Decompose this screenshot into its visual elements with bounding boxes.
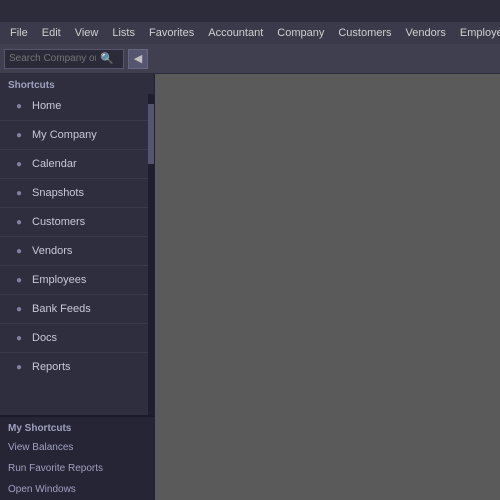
- search-icon[interactable]: 🔍: [100, 52, 116, 65]
- sidebar-item-reports[interactable]: ● Reports: [0, 355, 154, 379]
- sidebar-item-icon-2: ●: [12, 157, 26, 171]
- sidebar-item-label: Employees: [32, 274, 86, 286]
- sidebar-scroll: ● Home ● My Company ● Calendar ● Snapshots ● Cust…: [0, 94, 154, 415]
- sidebar-item-icon-1: ●: [12, 128, 26, 142]
- sidebar-bottom-item-open-windows[interactable]: Open Windows: [0, 479, 154, 500]
- sidebar-item-icon-3: ●: [12, 186, 26, 200]
- main-layout: Shortcuts ● Home ● My Company ● Calendar ● Snap…: [0, 74, 500, 500]
- sidebar-item-bank-feeds[interactable]: ● Bank Feeds: [0, 297, 154, 321]
- sidebar-item-home[interactable]: ● Home: [0, 94, 154, 118]
- menu-item-employees[interactable]: Employees: [454, 25, 500, 41]
- sidebar-divider: [0, 294, 154, 295]
- sidebar-item-icon-5: ●: [12, 244, 26, 258]
- sidebar-item-label: My Company: [32, 129, 97, 141]
- menu-item-file[interactable]: File: [4, 25, 34, 41]
- menu-item-edit[interactable]: Edit: [36, 25, 67, 41]
- my-shortcuts-header: My Shortcuts: [0, 417, 154, 437]
- sidebar-bottom-items: View BalancesRun Favorite ReportsOpen Wi…: [0, 437, 154, 500]
- sidebar-item-icon-9: ●: [12, 360, 26, 374]
- search-box[interactable]: 🔍: [4, 49, 124, 69]
- sidebar-item-icon-8: ●: [12, 331, 26, 345]
- sidebar-divider: [0, 207, 154, 208]
- sidebar-item-label: Snapshots: [32, 187, 84, 199]
- sidebar-item-snapshots[interactable]: ● Snapshots: [0, 181, 154, 205]
- sidebar-item-label: Home: [32, 100, 61, 112]
- menu-item-favorites[interactable]: Favorites: [143, 25, 200, 41]
- sidebar-bottom-section: My Shortcuts View BalancesRun Favorite R…: [0, 415, 154, 500]
- sidebar-items-list: ● Home ● My Company ● Calendar ● Snapshots ● Cust…: [0, 94, 154, 379]
- sidebar-item-employees[interactable]: ● Employees: [0, 268, 154, 292]
- sidebar-divider: [0, 323, 154, 324]
- sidebar-divider: [0, 265, 154, 266]
- sidebar-item-vendors[interactable]: ● Vendors: [0, 239, 154, 263]
- menu-item-company[interactable]: Company: [271, 25, 330, 41]
- title-bar: [0, 0, 500, 22]
- sidebar-divider: [0, 236, 154, 237]
- search-input[interactable]: [5, 53, 100, 64]
- sidebar-scrollbar-thumb[interactable]: [148, 104, 154, 164]
- sidebar-item-my-company[interactable]: ● My Company: [0, 123, 154, 147]
- sidebar-item-customers[interactable]: ● Customers: [0, 210, 154, 234]
- sidebar-bottom-item-run-favorite reports[interactable]: Run Favorite Reports: [0, 458, 154, 479]
- menu-item-view[interactable]: View: [69, 25, 105, 41]
- shortcuts-header: Shortcuts: [0, 74, 154, 94]
- sidebar-divider: [0, 352, 154, 353]
- sidebar: Shortcuts ● Home ● My Company ● Calendar ● Snap…: [0, 74, 155, 500]
- sidebar-item-label: Reports: [32, 361, 71, 373]
- sidebar-item-icon-4: ●: [12, 215, 26, 229]
- sidebar-item-docs[interactable]: ● Docs: [0, 326, 154, 350]
- menu-item-accountant[interactable]: Accountant: [202, 25, 269, 41]
- sidebar-item-icon-7: ●: [12, 302, 26, 316]
- sidebar-item-icon-6: ●: [12, 273, 26, 287]
- sidebar-item-label: Docs: [32, 332, 57, 344]
- sidebar-item-label: Vendors: [32, 245, 72, 257]
- sidebar-divider: [0, 120, 154, 121]
- sidebar-divider: [0, 178, 154, 179]
- sidebar-scrollbar[interactable]: [148, 94, 154, 415]
- menu-item-customers[interactable]: Customers: [332, 25, 397, 41]
- sidebar-divider: [0, 149, 154, 150]
- sidebar-item-label: Calendar: [32, 158, 77, 170]
- sidebar-item-label: Customers: [32, 216, 85, 228]
- back-button[interactable]: ◀: [128, 49, 148, 69]
- sidebar-item-icon-0: ●: [12, 99, 26, 113]
- toolbar: 🔍 ◀: [0, 44, 500, 74]
- content-area: [155, 74, 500, 500]
- menu-bar: FileEditViewListsFavoritesAccountantComp…: [0, 22, 500, 44]
- menu-item-lists[interactable]: Lists: [106, 25, 141, 41]
- sidebar-item-calendar[interactable]: ● Calendar: [0, 152, 154, 176]
- sidebar-item-label: Bank Feeds: [32, 303, 91, 315]
- menu-item-vendors[interactable]: Vendors: [400, 25, 452, 41]
- sidebar-bottom-item-view-balances[interactable]: View Balances: [0, 437, 154, 458]
